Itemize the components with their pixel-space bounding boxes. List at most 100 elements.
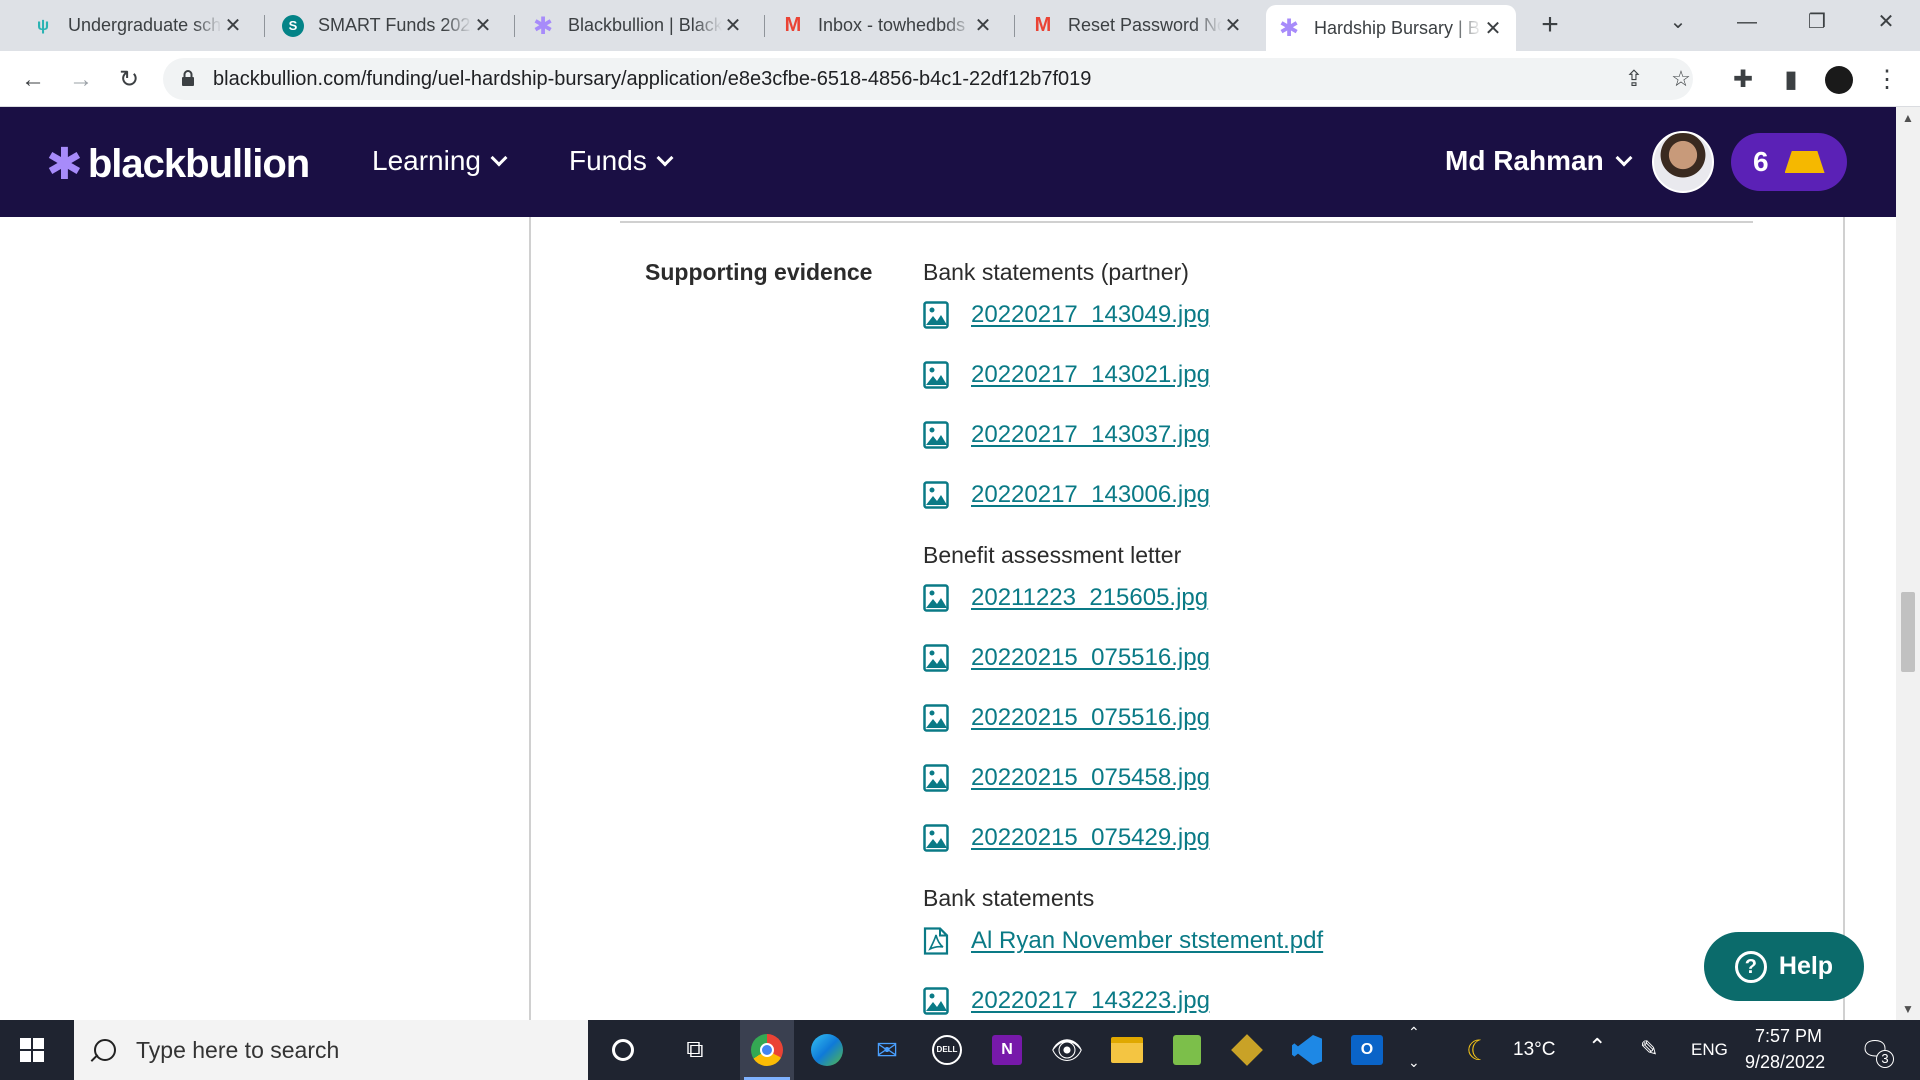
file-link-row[interactable]: 20220215_075516.jpg — [923, 704, 1210, 732]
file-link[interactable]: 20220215_075516.jpg — [971, 704, 1210, 732]
logo-text: blackbullion — [87, 142, 310, 186]
scroll-down-icon[interactable]: ▼ — [1896, 998, 1920, 1020]
browser-tab[interactable]: M Reset Password No ✕ — [1020, 5, 1256, 46]
restore-icon[interactable]: ❐ — [1795, 6, 1839, 38]
windows-start-icon[interactable] — [20, 1038, 44, 1062]
scrollbar-thumb[interactable] — [1901, 592, 1915, 672]
file-link[interactable]: 20220215_075429.jpg — [971, 824, 1210, 852]
coins-badge[interactable]: 6 — [1731, 133, 1847, 191]
tray-scroll-up-icon[interactable]: ⌃ — [1408, 1024, 1420, 1041]
file-explorer-icon[interactable] — [1107, 1030, 1147, 1070]
mail-icon[interactable]: ✉ — [867, 1030, 907, 1070]
image-file-icon — [923, 361, 949, 389]
browser-tab[interactable]: M Inbox - towhedbds ✕ — [770, 5, 1006, 46]
windows-taskbar: Type here to search ⧉ ✉ DELL N 👁 O ⌃ ⌄ ☾… — [0, 1020, 1920, 1080]
help-label: Help — [1778, 952, 1834, 980]
app-icon[interactable] — [1227, 1030, 1267, 1070]
eye-app-icon[interactable]: 👁 — [1047, 1030, 1087, 1070]
bookmark-star-icon[interactable]: ☆ — [1668, 66, 1694, 92]
side-panel-icon[interactable]: ▮ — [1774, 63, 1808, 97]
forward-icon[interactable]: → — [64, 63, 98, 97]
card-border-left — [529, 217, 531, 1020]
close-icon[interactable]: ✕ — [1222, 13, 1244, 38]
language-indicator[interactable]: ENG — [1691, 1040, 1728, 1060]
file-link[interactable]: 20220215_075516.jpg — [971, 644, 1210, 672]
file-link-row[interactable]: 20220215_075516.jpg — [923, 644, 1210, 672]
browser-tab[interactable]: S SMART Funds 2022 ✕ — [270, 5, 506, 46]
file-link-row[interactable]: 20220215_075429.jpg — [923, 824, 1210, 852]
file-link[interactable]: 20220217_143037.jpg — [971, 421, 1210, 449]
file-link[interactable]: 20211223_215605.jpg — [971, 584, 1208, 612]
file-link-row[interactable]: 20211223_215605.jpg — [923, 584, 1208, 612]
nav-label: Learning — [372, 145, 481, 176]
file-link-row[interactable]: Al Ryan November ststement.pdf — [923, 927, 1323, 955]
page-scrollbar[interactable]: ▲ ▼ — [1896, 107, 1920, 1020]
task-view-icon[interactable]: ⧉ — [675, 1030, 715, 1070]
file-link-row[interactable]: 20220217_143006.jpg — [923, 481, 1210, 509]
pen-icon[interactable]: ✎ — [1640, 1036, 1658, 1062]
image-file-icon — [923, 301, 949, 329]
close-icon[interactable]: ✕ — [222, 13, 244, 38]
tab-separator — [264, 15, 265, 37]
nav-learning[interactable]: Learning — [372, 145, 508, 177]
file-link[interactable]: 20220217_143223.jpg — [971, 987, 1210, 1015]
close-icon[interactable]: ✕ — [472, 13, 494, 38]
tab-separator — [764, 15, 765, 37]
minimize-icon[interactable]: — — [1725, 6, 1769, 38]
profile-avatar-icon[interactable] — [1822, 63, 1856, 97]
clock-date[interactable]: 9/28/2022 — [1745, 1052, 1825, 1073]
file-link[interactable]: 20220217_143006.jpg — [971, 481, 1210, 509]
moon-weather-icon: ☾ — [1466, 1035, 1492, 1066]
browser-tab-strip: ψ Undergraduate sch ✕ S SMART Funds 2022… — [0, 0, 1920, 51]
extensions-icon[interactable]: ✚ — [1726, 63, 1760, 97]
back-icon[interactable]: ← — [16, 63, 50, 97]
dell-icon[interactable]: DELL — [927, 1030, 967, 1070]
address-bar[interactable]: blackbullion.com/funding/uel-hardship-bu… — [163, 58, 1693, 100]
tab-search-icon[interactable]: ⌄ — [1656, 6, 1700, 38]
cortana-icon[interactable] — [603, 1030, 643, 1070]
tray-overflow-icon[interactable]: ⌃ — [1588, 1034, 1606, 1060]
blackbullion-icon: ✱ — [1278, 14, 1300, 42]
file-link-row[interactable]: 20220217_143049.jpg — [923, 301, 1210, 329]
nav-funds[interactable]: Funds — [569, 145, 674, 177]
scroll-up-icon[interactable]: ▲ — [1896, 107, 1920, 129]
file-link[interactable]: 20220217_143021.jpg — [971, 361, 1210, 389]
file-link-row[interactable]: 20220215_075458.jpg — [923, 764, 1210, 792]
coins-count: 6 — [1753, 146, 1769, 177]
file-link-row[interactable]: 20220217_143223.jpg — [923, 987, 1210, 1015]
url-text[interactable]: blackbullion.com/funding/uel-hardship-bu… — [213, 68, 1091, 91]
browser-tab[interactable]: ψ Undergraduate sch ✕ — [20, 5, 256, 46]
browser-tab[interactable]: ✱ Blackbullion | Black ✕ — [520, 5, 756, 46]
file-link[interactable]: Al Ryan November ststement.pdf — [971, 927, 1323, 955]
image-file-icon — [923, 421, 949, 449]
close-icon[interactable]: ✕ — [722, 13, 744, 38]
temperature[interactable]: 13°C — [1513, 1039, 1555, 1061]
edge-icon[interactable] — [807, 1030, 847, 1070]
file-link-row[interactable]: 20220217_143021.jpg — [923, 361, 1210, 389]
chrome-icon[interactable] — [747, 1030, 787, 1070]
browser-tab-active[interactable]: ✱ Hardship Bursary | B ✕ — [1266, 5, 1516, 51]
taskbar-search-box[interactable]: Type here to search — [74, 1020, 588, 1080]
tray-scroll-down-icon[interactable]: ⌄ — [1408, 1054, 1420, 1071]
vscode-icon[interactable] — [1287, 1030, 1327, 1070]
blackbullion-icon: ✱ — [532, 11, 554, 40]
close-icon[interactable]: ✕ — [972, 13, 994, 38]
blackbullion-logo[interactable]: ✱ blackbullion — [46, 139, 310, 190]
file-link-row[interactable]: 20220217_143037.jpg — [923, 421, 1210, 449]
avatar[interactable] — [1652, 131, 1714, 193]
window-close-icon[interactable]: ✕ — [1864, 6, 1908, 38]
share-icon[interactable]: ⇪ — [1621, 66, 1647, 92]
clock-time[interactable]: 7:57 PM — [1755, 1026, 1822, 1047]
new-tab-button[interactable]: + — [1533, 8, 1567, 42]
file-link[interactable]: 20220217_143049.jpg — [971, 301, 1210, 329]
menu-kebab-icon[interactable]: ⋮ — [1870, 63, 1904, 97]
file-link[interactable]: 20220215_075458.jpg — [971, 764, 1210, 792]
outlook-icon[interactable]: O — [1347, 1030, 1387, 1070]
reload-icon[interactable]: ↻ — [112, 63, 146, 97]
user-menu[interactable]: Md Rahman — [1445, 145, 1633, 177]
help-button[interactable]: ? Help — [1704, 932, 1864, 1001]
sharepoint-icon: S — [282, 14, 304, 37]
close-icon[interactable]: ✕ — [1482, 16, 1504, 41]
onenote-icon[interactable]: N — [987, 1030, 1027, 1070]
app-icon[interactable] — [1167, 1030, 1207, 1070]
